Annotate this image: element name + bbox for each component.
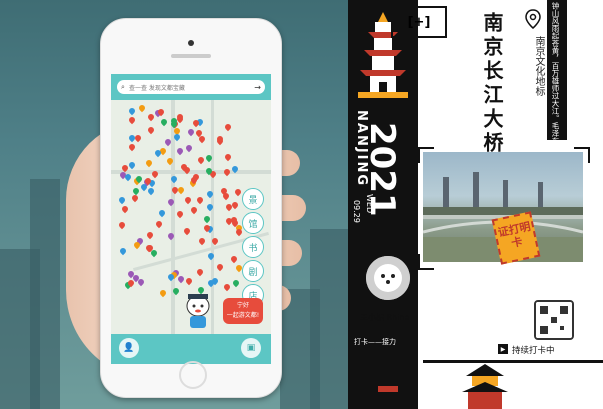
keep-checkin: 持续打卡中 [512,346,555,356]
screenshot-stage: ⌕ 查一查 发现文都宝藏 → 景 馆 书 剧 店 宁好 一起游文都! 👤 ▣ [… [0,0,603,409]
poster-subtitle: 南京文化地标 [533,36,544,96]
map-pin[interactable] [128,160,137,170]
poem-text: 钟山风雨起苍黄，百万雄师过大江。毛泽东 [549,2,561,145]
map-pin[interactable] [197,134,207,144]
map-pin[interactable] [146,186,156,196]
map-pin[interactable] [232,278,241,288]
map-pin[interactable] [175,209,185,218]
divider [423,360,603,363]
weekday: WED [365,194,374,214]
front-camera [188,40,194,46]
map-pin[interactable] [121,204,130,214]
map-road [111,170,271,174]
date: 09.29 [352,200,361,223]
map-pin[interactable] [157,208,166,217]
map-pin[interactable] [176,274,186,284]
map-pin[interactable] [127,142,137,152]
category-button-scenic[interactable]: 景 [242,188,264,210]
category-button-book[interactable]: 书 [242,236,264,258]
bubble-line-1: 宁好 [236,302,249,309]
map-pin[interactable] [146,125,156,135]
map-pin[interactable] [195,267,205,277]
photo-corner [418,254,434,270]
author-avatar [366,256,410,300]
checkin-relay: 打卡——接力 [354,338,396,346]
map-pin[interactable] [130,193,140,203]
map-pin[interactable] [118,246,128,255]
play-icon: ▶ [498,344,508,354]
background-building [310,229,348,409]
map-pin[interactable] [223,152,232,162]
map-pin[interactable] [127,106,136,116]
poem-author: 毛泽东 [551,122,560,145]
poster-title: 南京长江大桥 [480,12,504,156]
city-gate-illustration [358,378,418,409]
map-pin[interactable] [183,226,192,236]
avatar-image [366,256,410,300]
location-pin-icon [525,9,541,29]
map-pin[interactable] [185,276,194,285]
checkin-poster: [+] NANJING 2021 WED 09.29 南京长江大桥 南京文化地标… [348,0,603,409]
qr-code[interactable] [534,300,574,340]
speaker [171,54,211,58]
map-pin[interactable] [195,196,205,205]
map-pin[interactable] [183,195,193,204]
photo-corner [574,147,590,163]
greeting-bubble[interactable]: 宁好 一起游文都! [223,298,263,324]
user-icon[interactable]: 👤 [119,338,139,358]
promo-photo: ⌕ 查一查 发现文都宝藏 → 景 馆 书 剧 店 宁好 一起游文都! 👤 ▣ [0,0,348,409]
bubble-line-2: 一起游文都! [226,312,260,319]
map-pin[interactable] [146,112,155,121]
map-view[interactable]: 景 馆 书 剧 店 宁好 一起游文都! [111,100,271,334]
map-pin[interactable] [184,143,194,153]
locate-box: [+] [391,6,447,38]
photo-icon[interactable]: ▣ [241,338,261,358]
background-building [30,179,60,409]
map-pin[interactable] [223,122,233,132]
poem-line: 钟山风雨起苍黄，百万雄师过大江。 [551,2,560,122]
smartphone: ⌕ 查一查 发现文都宝藏 → 景 馆 书 剧 店 宁好 一起游文都! 👤 ▣ [100,18,282,398]
map-pin[interactable] [175,146,185,155]
map-pin[interactable] [186,127,196,137]
home-button[interactable] [179,361,207,389]
mascot-character[interactable] [183,292,213,330]
map-pin[interactable] [117,195,127,204]
search-icon: ⌕ [121,82,125,91]
map-pin[interactable] [123,172,133,182]
tower-illustration [462,364,508,409]
map-pin[interactable] [137,103,146,112]
photo-corner [418,147,434,163]
search-submit-icon[interactable]: → [254,83,261,92]
map-pin[interactable] [144,158,154,168]
app-header: ⌕ 查一查 发现文都宝藏 → [111,74,271,100]
map-pin[interactable] [229,255,238,264]
map-pin[interactable] [198,237,207,246]
map-pin[interactable] [160,117,169,126]
category-button-theater[interactable]: 剧 [242,260,264,282]
map-pin[interactable] [145,230,154,239]
author-name: 王小楣 Rhine [360,313,410,322]
map-pin[interactable] [127,115,137,125]
map-pin[interactable] [118,220,127,229]
map-pin[interactable] [234,187,243,196]
map-pin[interactable] [222,282,231,292]
category-button-museum[interactable]: 馆 [242,212,264,234]
map-pin[interactable] [215,262,225,272]
search-placeholder: 查一查 发现文都宝藏 [129,84,185,92]
map-pin[interactable] [197,156,206,165]
app-screen: ⌕ 查一查 发现文都宝藏 → 景 馆 书 剧 店 宁好 一起游文都! 👤 ▣ [111,74,271,364]
search-input[interactable]: ⌕ 查一查 发现文都宝藏 → [117,80,265,94]
map-pin[interactable] [191,119,200,128]
map-pin[interactable] [154,219,163,229]
bottom-nav: 👤 ▣ [111,334,271,364]
map-pin[interactable] [190,205,199,214]
map-pin[interactable] [158,288,168,297]
